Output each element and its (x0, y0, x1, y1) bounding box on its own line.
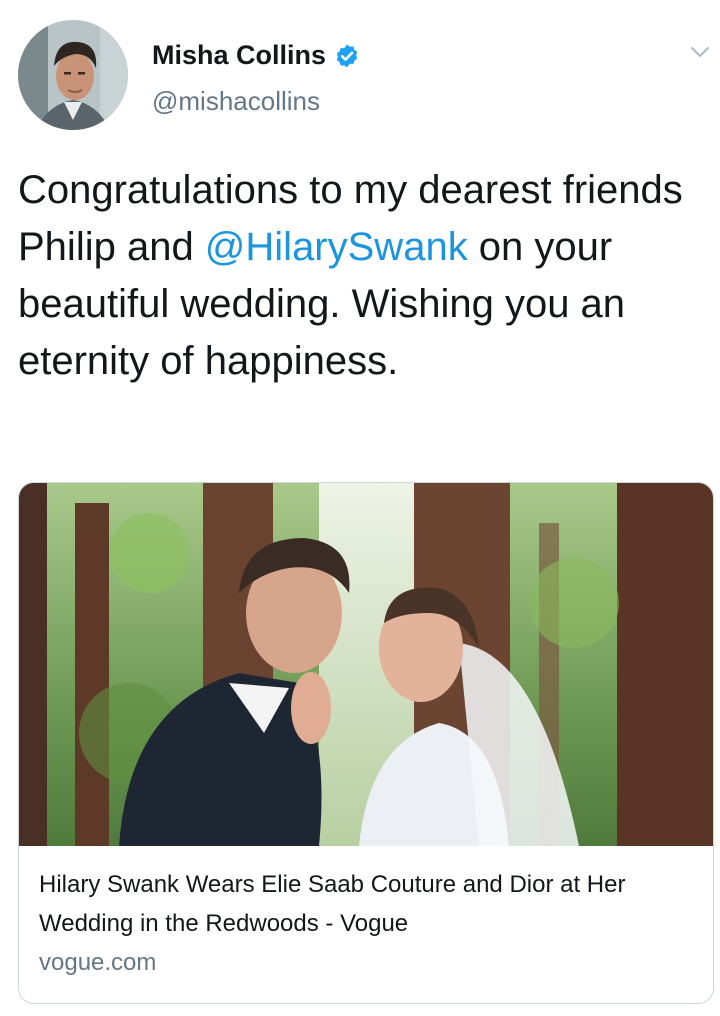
author-avatar[interactable] (18, 20, 128, 130)
card-domain: vogue.com (39, 949, 157, 976)
mention-link[interactable]: @HilarySwank (205, 225, 468, 269)
tweet-text: Congratulations to my dearest friends Ph… (18, 162, 708, 390)
author-name-row: Misha Collins (152, 40, 360, 71)
avatar-image (18, 20, 128, 130)
chevron-down-icon[interactable] (688, 40, 712, 64)
author-handle[interactable]: @mishacollins (152, 86, 320, 117)
card-title: Hilary Swank Wears Elie Saab Couture and… (39, 871, 626, 937)
verified-badge-icon (336, 44, 358, 67)
author-display-name[interactable]: Misha Collins (152, 40, 326, 71)
card-image (19, 483, 713, 846)
link-preview-card[interactable]: Hilary Swank Wears Elie Saab Couture and… (18, 482, 714, 1004)
wedding-photo (19, 483, 713, 846)
